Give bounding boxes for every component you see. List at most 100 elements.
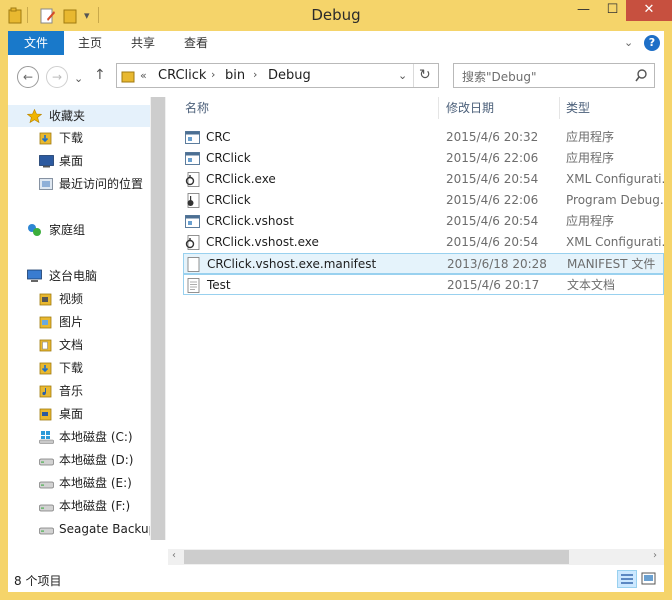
tab-file[interactable]: 文件 xyxy=(8,31,64,55)
sidebar-item-recent-places[interactable]: 最近访问的位置 xyxy=(8,173,150,195)
sidebar-item-desktop-favorite[interactable]: 桌面 xyxy=(8,150,150,172)
minimize-button[interactable]: — xyxy=(569,0,598,21)
file-type: XML Configurati... xyxy=(566,235,664,249)
refresh-button[interactable]: ↻ xyxy=(419,67,431,83)
file-row[interactable]: CRClick 2015/4/6 22:06 Program Debug... xyxy=(183,190,664,211)
text-file-icon xyxy=(187,278,200,293)
tab-view[interactable]: 查看 xyxy=(178,31,214,55)
column-divider[interactable] xyxy=(438,97,439,119)
breadcrumb-bin[interactable]: bin xyxy=(225,68,245,83)
file-row-selected[interactable]: CRClick.vshost.exe.manifest 2013/6/18 20… xyxy=(183,253,664,274)
breadcrumb-crclick[interactable]: CRClick xyxy=(158,68,206,83)
windows-drive-icon xyxy=(39,431,54,444)
sidebar-item-favorites[interactable]: 收藏夹 xyxy=(8,105,150,127)
sidebar-item-seagate-backup[interactable]: Seagate Backup xyxy=(8,518,150,540)
computer-icon xyxy=(27,269,42,282)
navigation-bar: ← → ⌄ ↑ « CRClick › bin › Debug ⌄ ↻ 搜索"D… xyxy=(8,55,664,97)
divider xyxy=(413,64,414,87)
config-file-icon xyxy=(185,172,200,187)
navigation-scrollbar[interactable] xyxy=(150,97,166,540)
file-type: XML Configurati... xyxy=(566,172,664,186)
file-date: 2015/4/6 20:32 xyxy=(446,130,539,144)
sidebar-item-this-pc[interactable]: 这台电脑 xyxy=(8,265,150,287)
scroll-right-icon[interactable]: › xyxy=(653,550,657,561)
file-list-scrollbar[interactable]: ‹ › xyxy=(168,549,664,565)
sidebar-item-homegroup[interactable]: 家庭组 xyxy=(8,219,150,241)
homegroup-icon xyxy=(28,224,41,236)
manifest-file-icon xyxy=(187,257,200,272)
search-box[interactable]: 搜索"Debug" xyxy=(453,63,655,88)
drive-icon xyxy=(39,504,54,512)
scroll-left-icon[interactable]: ‹ xyxy=(172,550,176,561)
debug-database-icon xyxy=(187,193,200,208)
sidebar-item-downloads[interactable]: 下载 xyxy=(8,357,150,379)
help-icon[interactable]: ? xyxy=(644,35,660,51)
sidebar-item-label: 本地磁盘 (E:) xyxy=(59,476,132,490)
file-row[interactable]: CRClick.exe 2015/4/6 20:54 XML Configura… xyxy=(183,169,664,190)
address-history-chevron-icon[interactable]: ⌄ xyxy=(398,69,407,82)
column-header-name[interactable]: 名称 xyxy=(185,97,209,119)
sidebar-item-label: 最近访问的位置 xyxy=(59,177,144,191)
forward-button[interactable]: → xyxy=(46,66,68,88)
recent-locations-chevron-icon[interactable]: ⌄ xyxy=(74,72,83,85)
file-list-scrollbar-thumb[interactable] xyxy=(184,550,569,564)
sidebar-item-desktop[interactable]: 桌面 xyxy=(8,403,150,425)
desktop-icon xyxy=(39,155,54,168)
file-date: 2015/4/6 20:17 xyxy=(447,278,540,292)
sidebar-item-drive-d[interactable]: 本地磁盘 (D:) xyxy=(8,449,150,471)
file-type: 应用程序 xyxy=(566,151,615,165)
close-button[interactable]: ✕ xyxy=(626,0,672,21)
column-divider[interactable] xyxy=(559,97,560,119)
sidebar-item-drive-c[interactable]: 本地磁盘 (C:) xyxy=(8,426,150,448)
drive-icon xyxy=(39,458,54,466)
file-row[interactable]: CRC 2015/4/6 20:32 应用程序 xyxy=(183,127,664,148)
file-row[interactable]: CRClick.vshost.exe 2015/4/6 20:54 XML Co… xyxy=(183,232,664,253)
sidebar-item-label: 下载 xyxy=(59,131,84,145)
tab-share[interactable]: 共享 xyxy=(125,31,161,55)
sidebar-item-label: Seagate Backup xyxy=(59,522,150,536)
back-button[interactable]: ← xyxy=(17,66,39,88)
column-header-type[interactable]: 类型 xyxy=(566,97,590,119)
sidebar-item-music[interactable]: 音乐 xyxy=(8,380,150,402)
file-name: CRClick xyxy=(206,193,251,207)
file-row-focused[interactable]: Test 2015/4/6 20:17 文本文档 xyxy=(183,274,664,295)
sidebar-item-label: 文档 xyxy=(59,338,84,352)
file-type: MANIFEST 文件 xyxy=(567,257,656,271)
breadcrumb-separator[interactable]: › xyxy=(211,68,215,81)
sidebar-item-downloads-favorite[interactable]: 下载 xyxy=(8,127,150,149)
sidebar-item-pictures[interactable]: 图片 xyxy=(8,311,150,333)
search-icon[interactable] xyxy=(635,69,648,82)
config-file-icon xyxy=(185,235,200,250)
details-view-icon[interactable] xyxy=(617,570,637,588)
file-row[interactable]: CRClick.vshost 2015/4/6 20:54 应用程序 xyxy=(183,211,664,232)
sidebar-item-videos[interactable]: 视频 xyxy=(8,288,150,310)
explorer-window: ▾ Debug — ☐ ✕ 文件 主页 共享 查看 ⌄ ? ← → ⌄ ↑ « … xyxy=(0,0,672,600)
navigation-scrollbar-thumb[interactable] xyxy=(151,97,165,540)
file-name: CRClick.vshost.exe.manifest xyxy=(207,257,377,271)
sidebar-item-documents[interactable]: 文档 xyxy=(8,334,150,356)
sidebar-item-drive-e[interactable]: 本地磁盘 (E:) xyxy=(8,472,150,494)
expand-ribbon-chevron-icon[interactable]: ⌄ xyxy=(624,36,633,49)
up-button[interactable]: ↑ xyxy=(94,67,106,83)
file-name: CRClick.vshost.exe xyxy=(206,235,319,249)
maximize-button[interactable]: ☐ xyxy=(598,0,627,21)
recent-places-icon xyxy=(39,178,53,190)
sidebar-item-drive-f[interactable]: 本地磁盘 (F:) xyxy=(8,495,150,517)
large-icons-view-icon[interactable] xyxy=(640,570,660,588)
breadcrumb-debug[interactable]: Debug xyxy=(268,68,311,83)
tab-home[interactable]: 主页 xyxy=(72,31,108,55)
application-icon xyxy=(185,152,200,165)
address-overflow[interactable]: « xyxy=(140,69,147,82)
address-bar[interactable]: « CRClick › bin › Debug ⌄ ↻ xyxy=(116,63,439,88)
sidebar-item-label: 这台电脑 xyxy=(49,269,98,283)
column-header-date[interactable]: 修改日期 xyxy=(446,97,494,119)
sidebar-item-label: 图片 xyxy=(59,315,84,329)
search-input[interactable]: 搜索"Debug" xyxy=(462,68,537,85)
sidebar-item-label: 家庭组 xyxy=(49,223,86,237)
file-row[interactable]: CRClick 2015/4/6 22:06 应用程序 xyxy=(183,148,664,169)
breadcrumb-separator[interactable]: › xyxy=(253,68,257,81)
sort-ascending-icon: ⌃ xyxy=(304,97,313,103)
file-date: 2015/4/6 20:54 xyxy=(446,172,539,186)
content-area: 收藏夹 下载 桌面 最近访问的位置 家庭组 这台电脑 视频 图片 文档 下载 音… xyxy=(8,97,664,566)
ribbon-tabs: 文件 主页 共享 查看 ⌄ ? xyxy=(8,31,664,55)
